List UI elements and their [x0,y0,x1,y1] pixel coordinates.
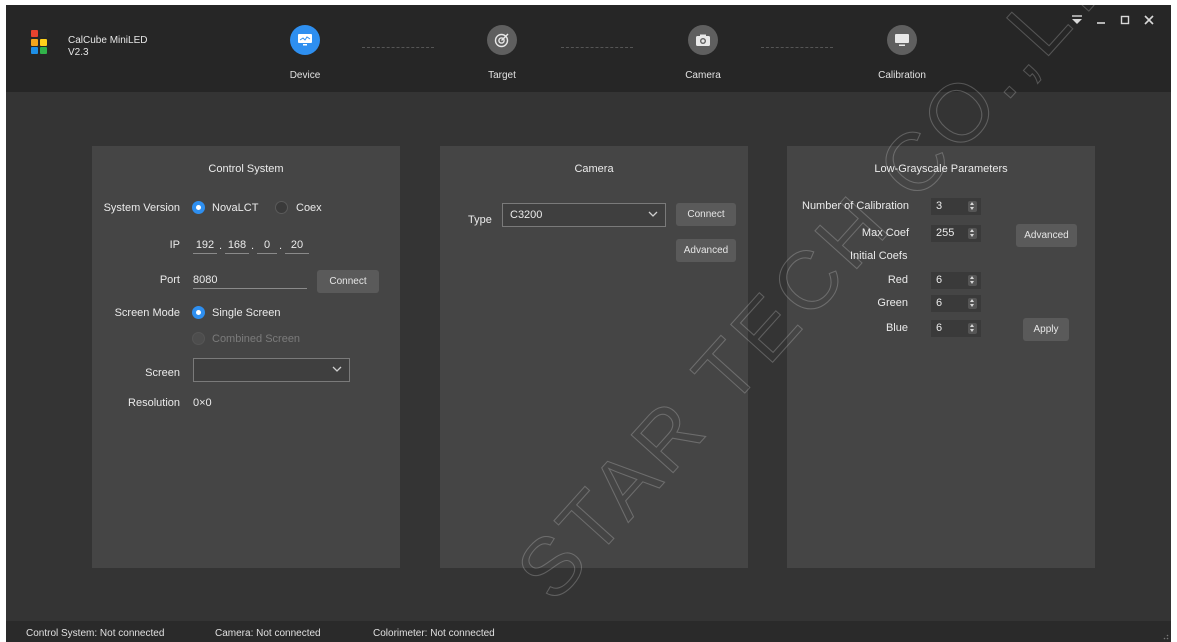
screen-label: Screen [145,367,180,379]
app-name: CalCube MiniLED [68,35,148,46]
green-label: Green [877,297,908,309]
panel-title: Camera [574,163,614,175]
coex-label: Coex [296,202,322,214]
camera-type-label: Type [468,214,492,226]
camera-type-select[interactable]: C3200 [502,203,666,227]
chevron-down-icon [332,366,342,372]
single-screen-label: Single Screen [212,307,281,319]
spin-value: 6 [936,274,943,286]
ip-dot: . [279,240,283,252]
spin-value: 6 [936,322,943,334]
step-label: Camera [685,70,721,81]
num-calibration-label: Number of Calibration [802,200,909,212]
app-version: V2.3 [68,47,89,58]
port-input[interactable]: 8080 [193,273,307,289]
resolution-label: Resolution [128,397,180,409]
ip-label: IP [169,239,180,251]
coex-radio[interactable] [275,201,288,214]
num-calibration-spinbox[interactable]: 3 [931,198,981,215]
single-screen-radio[interactable] [192,306,205,319]
ip-octet-1-input[interactable]: 192 [193,238,217,254]
app-window: CalCube MiniLED V2.3 Device Target Camer… [6,5,1171,642]
app-logo [31,30,55,54]
ip-dot: . [219,240,223,252]
apply-button[interactable]: Apply [1023,318,1069,341]
camera-type-value: C3200 [510,209,543,221]
minimize-icon[interactable] [1089,13,1113,27]
spin-value: 6 [936,297,943,309]
system-version-label: System Version [103,202,180,214]
blue-label: Blue [885,322,908,334]
step-label: Device [289,70,321,81]
red-label: Red [887,274,908,286]
spin-value: 255 [936,227,955,239]
chevron-down-icon [648,211,658,217]
step-connector [362,47,434,48]
spin-value: 3 [936,200,943,212]
maximize-icon[interactable] [1113,13,1137,27]
step-target[interactable]: Target [461,19,541,85]
monitor-chart-icon [290,25,320,55]
low-grayscale-panel: Low-Grayscale Parameters Number of Calib… [787,146,1095,568]
combined-screen-label: Combined Screen [212,333,301,345]
ip-octet-2-input[interactable]: 168 [225,238,249,254]
step-device[interactable]: Device [264,19,344,85]
window-controls [1065,13,1161,27]
step-label: Target [488,70,516,81]
ip-octet-3-input[interactable]: 0 [257,238,277,254]
combined-screen-radio[interactable] [192,332,205,345]
target-icon [487,25,517,55]
step-connector [561,47,633,48]
port-label: Port [159,274,180,286]
ip-octet-4-input[interactable]: 20 [285,238,309,254]
spin-arrows-icon[interactable] [968,228,977,239]
novalct-label: NovaLCT [212,202,259,214]
control-connect-button[interactable]: Connect [317,270,379,293]
control-system-status: Control System: Not connected [26,628,165,639]
resize-grip-icon[interactable] [1161,632,1169,640]
panel-title: Control System [208,163,284,175]
close-icon[interactable] [1137,13,1161,27]
low-grayscale-advanced-button[interactable]: Advanced [1016,224,1077,247]
status-bar: Control System: Not connected Camera: No… [6,621,1171,642]
control-system-panel: Control System System Version NovaLCT Co… [92,146,400,568]
step-connector [761,47,833,48]
step-label: Calibration [878,70,926,81]
display-icon [887,25,917,55]
resolution-value: 0×0 [193,397,212,409]
red-spinbox[interactable]: 6 [931,272,981,289]
camera-panel: Camera Type C3200 Connect Advanced [440,146,748,568]
colorimeter-status: Colorimeter: Not connected [373,628,495,639]
spin-arrows-icon[interactable] [968,298,977,309]
step-camera[interactable]: Camera [662,19,742,85]
dropdown-icon[interactable] [1065,13,1089,27]
panel-title: Low-Grayscale Parameters [874,163,1008,175]
spin-arrows-icon[interactable] [968,201,977,212]
step-calibration[interactable]: Calibration [861,19,941,85]
spin-arrows-icon[interactable] [968,323,977,334]
camera-icon [688,25,718,55]
ip-dot: . [251,240,255,252]
novalct-radio[interactable] [192,201,205,214]
initial-coefs-label: Initial Coefs [850,250,908,262]
screen-mode-label: Screen Mode [114,307,180,319]
spin-arrows-icon[interactable] [968,275,977,286]
camera-advanced-button[interactable]: Advanced [676,239,736,262]
camera-connect-button[interactable]: Connect [676,203,736,226]
camera-status: Camera: Not connected [215,628,321,639]
screen-select[interactable] [193,358,350,382]
header: CalCube MiniLED V2.3 Device Target Camer… [6,5,1171,92]
green-spinbox[interactable]: 6 [931,295,981,312]
max-coef-spinbox[interactable]: 255 [931,225,981,242]
max-coef-label: Max Coef [861,227,909,239]
blue-spinbox[interactable]: 6 [931,320,981,337]
